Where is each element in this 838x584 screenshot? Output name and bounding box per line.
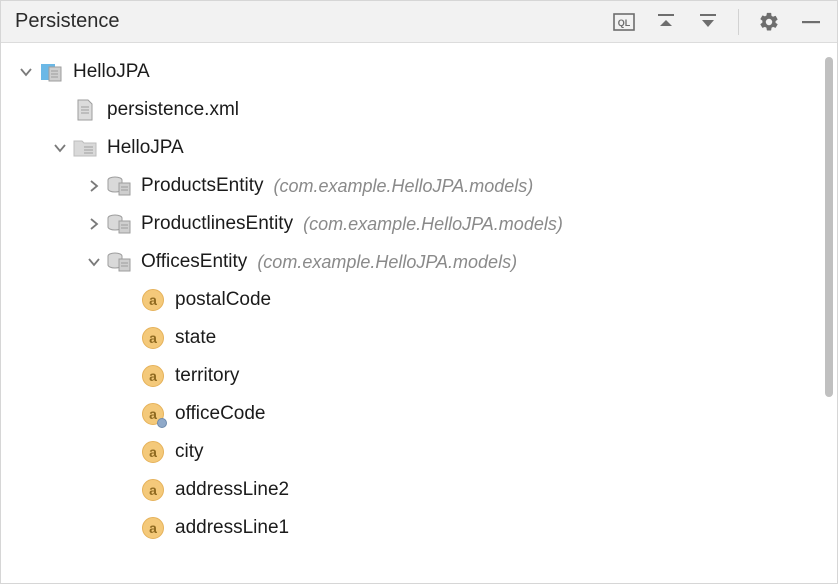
chevron-down-icon[interactable]	[15, 61, 37, 83]
attribute-node[interactable]: a postalCode	[1, 281, 837, 319]
attribute-icon: a	[141, 326, 165, 350]
attribute-label: postalCode	[175, 289, 271, 311]
chevron-down-icon[interactable]	[83, 251, 105, 273]
scrollbar[interactable]	[821, 43, 837, 583]
attribute-label: city	[175, 441, 204, 463]
entity-package: (com.example.HelloJPA.models)	[257, 252, 517, 273]
attribute-node[interactable]: a city	[1, 433, 837, 471]
entity-package: (com.example.HelloJPA.models)	[303, 214, 563, 235]
xml-file-label: persistence.xml	[107, 99, 239, 121]
file-icon	[73, 98, 97, 122]
entity-node[interactable]: ProductlinesEntity (com.example.HelloJPA…	[1, 205, 837, 243]
attribute-label: state	[175, 327, 216, 349]
persistence-unit-label: HelloJPA	[107, 137, 184, 159]
panel-title: Persistence	[15, 10, 612, 33]
module-icon	[39, 60, 63, 84]
gear-icon[interactable]	[757, 10, 781, 34]
entity-icon	[107, 174, 131, 198]
attribute-label: territory	[175, 365, 239, 387]
entity-icon	[107, 212, 131, 236]
folder-icon	[73, 136, 97, 160]
collapse-all-icon[interactable]	[696, 10, 720, 34]
attribute-label: officeCode	[175, 403, 266, 425]
attribute-icon: a	[141, 440, 165, 464]
attribute-key-icon: a	[141, 402, 165, 426]
scrollbar-thumb[interactable]	[825, 57, 833, 397]
attribute-icon: a	[141, 364, 165, 388]
entity-label: ProductlinesEntity	[141, 213, 293, 235]
chevron-right-icon[interactable]	[83, 213, 105, 235]
toolbar-divider	[738, 9, 739, 35]
chevron-right-icon[interactable]	[83, 175, 105, 197]
chevron-down-icon[interactable]	[49, 137, 71, 159]
panel-content: HelloJPA • persistence.xml	[1, 43, 837, 583]
attribute-icon: a	[141, 288, 165, 312]
svg-text:QL: QL	[618, 18, 631, 28]
attribute-label: addressLine1	[175, 517, 289, 539]
panel-toolbar: QL	[612, 9, 823, 35]
attribute-node[interactable]: a state	[1, 319, 837, 357]
expand-all-icon[interactable]	[654, 10, 678, 34]
attribute-node[interactable]: a officeCode	[1, 395, 837, 433]
attribute-label: addressLine2	[175, 479, 289, 501]
attribute-node[interactable]: a addressLine2	[1, 471, 837, 509]
entity-package: (com.example.HelloJPA.models)	[274, 176, 534, 197]
persistence-tree: HelloJPA • persistence.xml	[1, 43, 837, 553]
entity-label: ProductsEntity	[141, 175, 264, 197]
entity-node[interactable]: ProductsEntity (com.example.HelloJPA.mod…	[1, 167, 837, 205]
ql-console-icon[interactable]: QL	[612, 10, 636, 34]
project-label: HelloJPA	[73, 61, 150, 83]
entity-icon	[107, 250, 131, 274]
panel-titlebar: Persistence QL	[1, 1, 837, 43]
attribute-icon: a	[141, 516, 165, 540]
attribute-node[interactable]: a territory	[1, 357, 837, 395]
project-node[interactable]: HelloJPA	[1, 53, 837, 91]
xml-file-node[interactable]: • persistence.xml	[1, 91, 837, 129]
attribute-node[interactable]: a addressLine1	[1, 509, 837, 547]
attribute-icon: a	[141, 478, 165, 502]
entity-label: OfficesEntity	[141, 251, 247, 273]
minimize-icon[interactable]	[799, 10, 823, 34]
persistence-unit-node[interactable]: HelloJPA	[1, 129, 837, 167]
entity-node[interactable]: OfficesEntity (com.example.HelloJPA.mode…	[1, 243, 837, 281]
